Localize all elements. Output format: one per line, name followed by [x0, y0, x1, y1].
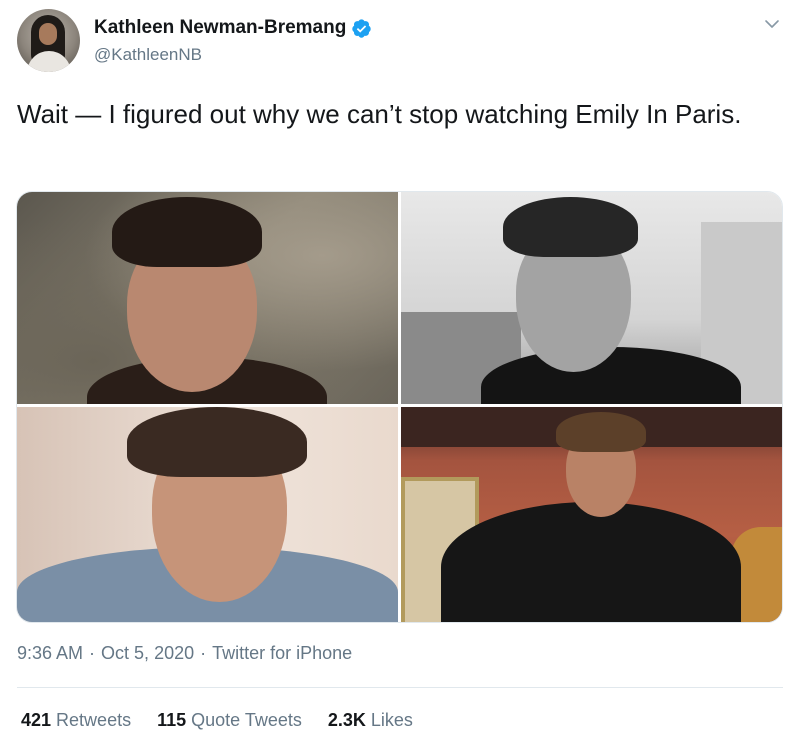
- author-display-name[interactable]: Kathleen Newman-Bremang: [94, 17, 346, 39]
- tweet-stats: 421 Retweets 115 Quote Tweets 2.3K Likes: [21, 710, 413, 731]
- quote-tweets-stat[interactable]: 115 Quote Tweets: [157, 710, 302, 731]
- tweet-date[interactable]: Oct 5, 2020: [101, 643, 194, 664]
- author-avatar[interactable]: [17, 9, 80, 72]
- verified-badge-icon: [352, 18, 372, 38]
- tweet-photo-1[interactable]: [17, 192, 398, 404]
- likes-label: Likes: [370, 710, 413, 730]
- tweet-text: Wait — I figured out why we can’t stop w…: [17, 99, 742, 129]
- author-handle[interactable]: @KathleenNB: [94, 45, 202, 65]
- likes-count: 2.3K: [327, 710, 366, 730]
- meta-separator: ·: [200, 643, 207, 663]
- likes-stat[interactable]: 2.3K Likes: [328, 710, 413, 731]
- stats-divider: [17, 687, 783, 688]
- meta-separator: ·: [89, 643, 96, 663]
- quote-tweets-count: 115: [157, 710, 187, 730]
- retweets-count: 421: [21, 710, 52, 730]
- author-name-row: Kathleen Newman-Bremang: [94, 17, 372, 39]
- chevron-down-icon[interactable]: [764, 16, 780, 32]
- quote-tweets-label: Quote Tweets: [191, 710, 302, 730]
- tweet-photo-2[interactable]: [401, 192, 782, 404]
- tweet-photo-4[interactable]: [401, 407, 782, 622]
- tweet-photo-3[interactable]: [17, 407, 398, 622]
- media-grid: [16, 191, 783, 623]
- retweets-label: Retweets: [56, 710, 132, 730]
- tweet-source[interactable]: Twitter for iPhone: [212, 643, 352, 664]
- tweet-meta: 9:36 AM · Oct 5, 2020 · Twitter for iPho…: [17, 643, 352, 664]
- tweet-time[interactable]: 9:36 AM: [17, 643, 83, 664]
- retweets-stat[interactable]: 421 Retweets: [21, 710, 131, 731]
- tweet-card: Kathleen Newman-Bremang @KathleenNB Wait…: [0, 0, 800, 745]
